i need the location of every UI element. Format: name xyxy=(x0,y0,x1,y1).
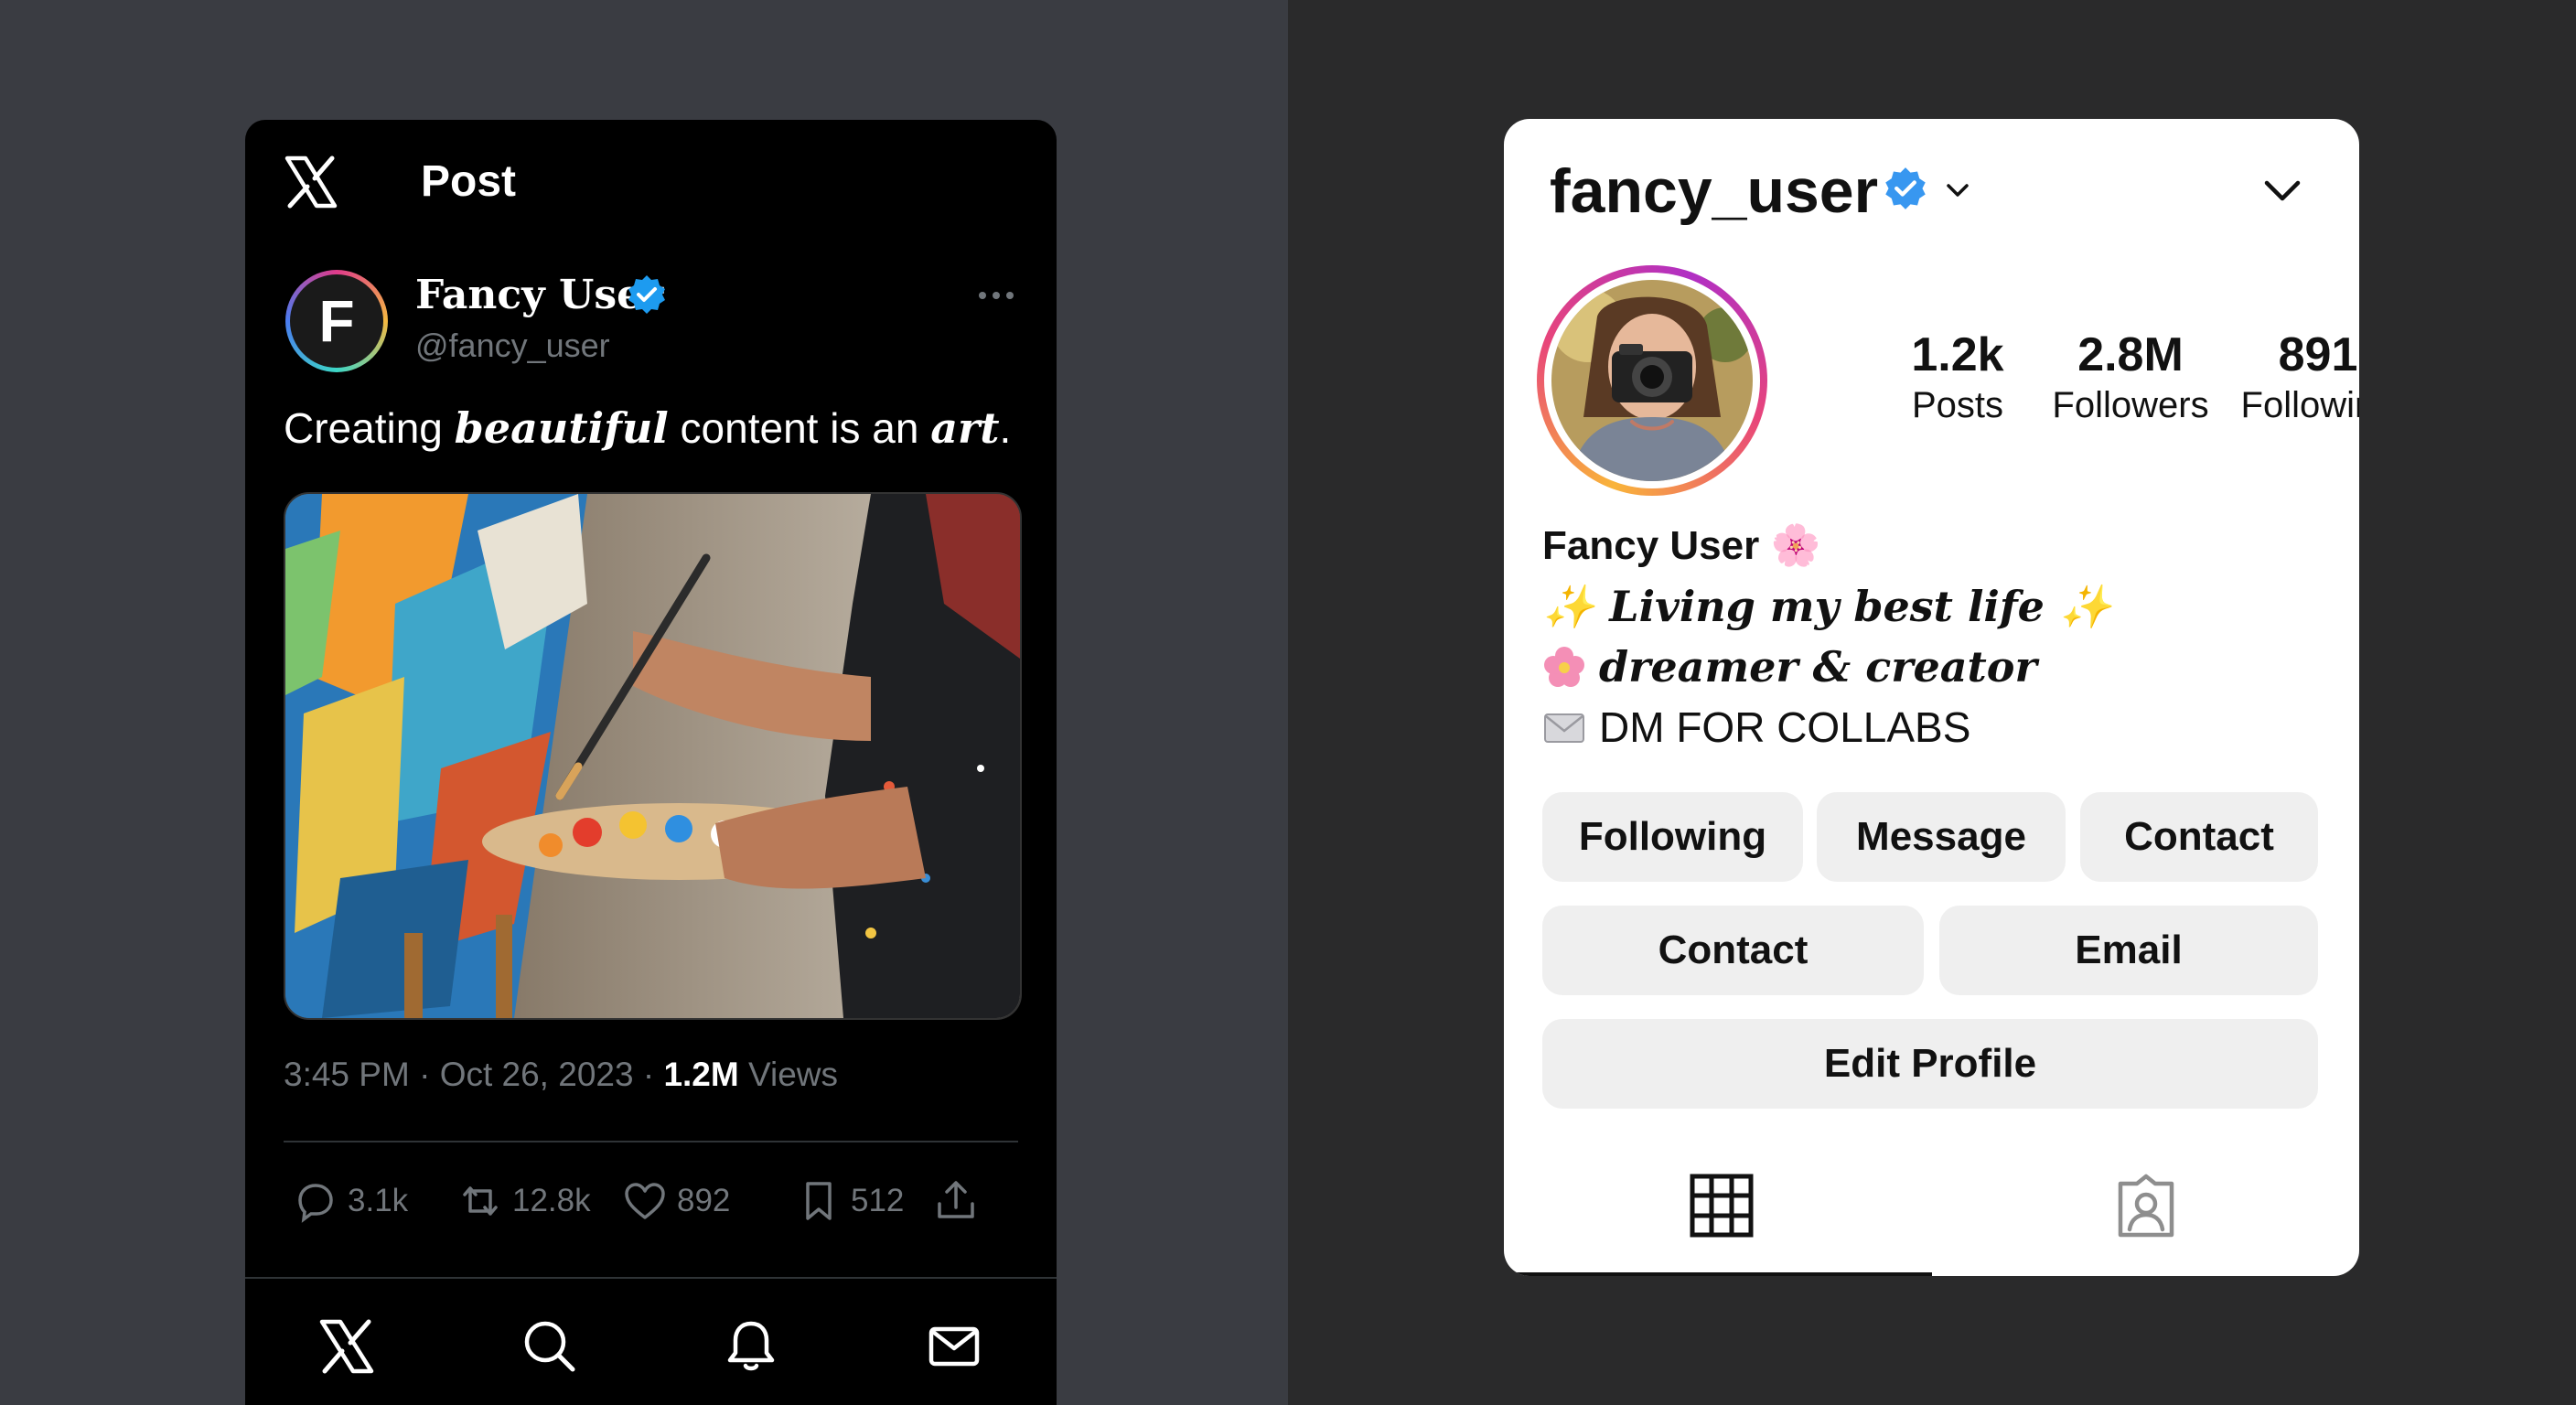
repost-button[interactable]: 12.8k xyxy=(456,1174,591,1228)
bio-line-2: dreamer & creator xyxy=(1542,642,2037,692)
bio-line-2-text: dreamer & creator xyxy=(1599,642,2037,692)
x-logo-icon[interactable] xyxy=(282,153,340,211)
followers-count: 2.8M xyxy=(2077,328,2184,381)
reply-count: 3.1k xyxy=(348,1183,409,1218)
like-button[interactable]: 892 xyxy=(620,1174,730,1228)
reply-button[interactable]: 3.1k xyxy=(291,1174,408,1228)
message-button[interactable]: Message xyxy=(1817,792,2066,882)
verified-badge-icon xyxy=(1885,167,1926,209)
meta-separator: · xyxy=(642,1056,655,1093)
following-stat[interactable]: 891 Following xyxy=(2227,327,2359,428)
followers-stat[interactable]: 2.8M Followers xyxy=(2039,327,2222,428)
following-button[interactable]: Following xyxy=(1542,792,1803,882)
divider xyxy=(284,1141,1018,1142)
post-meta: 3:45 PM · Oct 26, 2023 · 1.2M Views xyxy=(284,1056,838,1094)
post-text-emphasis: art xyxy=(930,403,1000,453)
reply-icon xyxy=(298,1184,333,1223)
photographer-portrait xyxy=(1551,280,1753,481)
chevron-down-icon[interactable] xyxy=(2259,168,2305,214)
views-count: 1.2M xyxy=(663,1056,739,1093)
messages-envelope-icon[interactable] xyxy=(922,1314,986,1378)
instagram-profile-card: fancy_user 1.2k Posts 2.8M Followers 891… xyxy=(1504,119,2359,1276)
more-options-icon[interactable] xyxy=(977,290,1015,301)
like-count: 892 xyxy=(677,1183,731,1218)
contact-button-secondary[interactable]: Contact xyxy=(1542,906,1924,995)
flower-icon xyxy=(1544,647,1584,687)
bio-line-3: DM FOR COLLABS xyxy=(1542,702,1970,752)
notifications-bell-icon[interactable] xyxy=(719,1314,783,1378)
avatar[interactable]: F xyxy=(285,270,388,372)
share-button[interactable] xyxy=(931,1174,981,1228)
account-switch-chevron-icon[interactable] xyxy=(1943,176,1972,205)
bookmark-count: 512 xyxy=(851,1183,905,1218)
x-header: Post xyxy=(245,120,1057,239)
post-date[interactable]: Oct 26, 2023 xyxy=(440,1056,634,1093)
avatar[interactable] xyxy=(1537,265,1767,496)
avatar-letter: F xyxy=(290,274,383,368)
followers-label: Followers xyxy=(2052,385,2209,425)
envelope-icon xyxy=(1544,713,1584,743)
bio-line-1: ✨ Living my best life ✨ xyxy=(1542,582,2112,631)
tagged-icon[interactable] xyxy=(2111,1171,2181,1240)
posts-stat[interactable]: 1.2k Posts xyxy=(1866,327,2049,428)
email-button[interactable]: Email xyxy=(1939,906,2318,995)
heart-icon xyxy=(625,1183,665,1219)
meta-separator: · xyxy=(419,1056,431,1093)
post-text: Creating beautiful content is an art. xyxy=(284,403,1011,453)
home-x-icon[interactable] xyxy=(315,1314,379,1378)
author-handle[interactable]: @fancy_user xyxy=(415,327,610,365)
post-image[interactable] xyxy=(284,492,1022,1020)
divider xyxy=(245,1277,1057,1279)
avatar-photo xyxy=(1551,280,1753,481)
bottom-nav xyxy=(245,1283,1057,1405)
post-text-part: . xyxy=(999,404,1012,452)
x-post-card: Post F Fancy User @fancy_user Creating b… xyxy=(245,120,1057,1405)
bio-line-3-text: DM FOR COLLABS xyxy=(1599,703,1971,751)
x-page-title: Post xyxy=(421,157,517,206)
search-icon[interactable] xyxy=(518,1314,582,1378)
post-time: 3:45 PM xyxy=(284,1056,410,1093)
bookmark-icon xyxy=(806,1182,832,1220)
profile-full-name: Fancy User 🌸 xyxy=(1542,523,1821,568)
repost-count: 12.8k xyxy=(512,1183,591,1218)
contact-button[interactable]: Contact xyxy=(2080,792,2318,882)
post-text-part: content is an xyxy=(668,404,931,452)
post-text-part: Creating xyxy=(284,404,455,452)
post-actions: 3.1k 12.8k 892 512 xyxy=(291,1174,1023,1228)
posts-count: 1.2k xyxy=(1911,328,2004,381)
edit-profile-button[interactable]: Edit Profile xyxy=(1542,1019,2318,1109)
post-text-emphasis: beautiful xyxy=(454,403,669,453)
verified-badge-icon xyxy=(628,275,665,314)
share-icon xyxy=(938,1181,974,1218)
following-count: 891 xyxy=(2278,328,2358,381)
grid-icon[interactable] xyxy=(1687,1171,1756,1240)
posts-label: Posts xyxy=(1911,385,2004,425)
active-tab-indicator xyxy=(1504,1272,1932,1276)
profile-username[interactable]: fancy_user xyxy=(1550,156,1878,227)
repost-icon xyxy=(463,1186,498,1216)
painting-artist-illustration xyxy=(285,494,1020,1018)
following-label: Following xyxy=(2240,385,2359,425)
bookmark-button[interactable]: 512 xyxy=(794,1174,904,1228)
avatar-ring-gap xyxy=(1544,273,1760,488)
views-label: Views xyxy=(748,1056,839,1093)
